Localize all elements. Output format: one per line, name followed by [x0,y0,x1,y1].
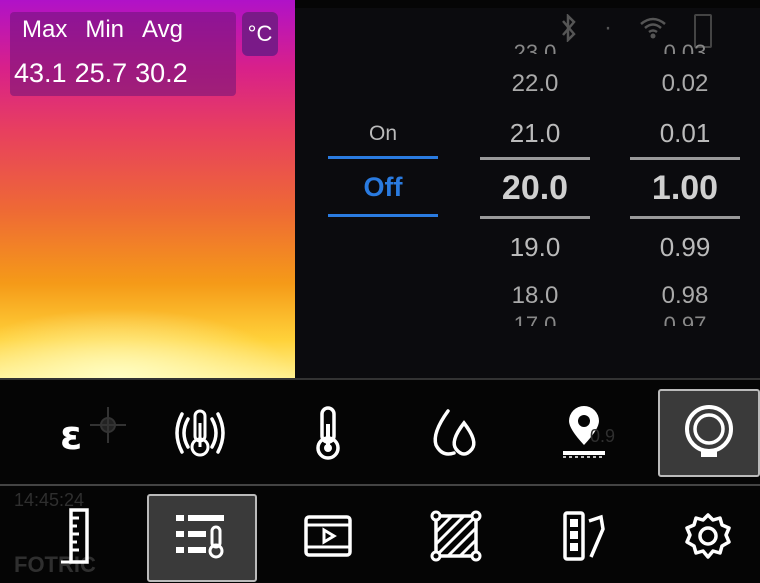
settings-button[interactable] [660,498,756,578]
stats-values: 43.1 25.7 30.2 [14,58,188,89]
temperature-option[interactable]: 22.0 [480,70,590,98]
temperature-unit-button[interactable]: °C [242,12,278,56]
emissivity-option[interactable]: 0.02 [630,70,740,98]
mode-option-on[interactable]: On [328,122,438,146]
reflected-temperature-button[interactable] [150,394,250,476]
emissivity-option[interactable]: 0.98 [630,282,740,310]
video-icon [300,511,356,566]
emissivity-picker[interactable]: 0.03 0.02 0.01 1.00 0.99 0.98 0.97 [630,40,740,340]
temperature-selected[interactable]: 20.0 [480,169,590,208]
stats-labels: Max Min Avg [22,16,183,44]
avg-label: Avg [142,16,183,43]
parameter-toolbar: ε 0.9 [0,378,760,486]
settings-icon [683,511,733,566]
svg-text:ε: ε [60,413,82,459]
emissivity-selected[interactable]: 1.00 [630,169,740,208]
distance-button[interactable] [534,394,634,476]
thermometer-icon [310,404,346,467]
measurement-list-icon [172,511,232,566]
temperature-divider-bottom [480,216,590,219]
temperature-picker[interactable]: 23.0 22.0 21.0 20.0 19.0 18.0 17.0 [480,40,590,340]
temperature-option[interactable]: 19.0 [480,232,590,263]
mode-divider-top [328,156,438,159]
temperature-option[interactable]: 17.0 [480,312,590,326]
mode-picker[interactable]: On Off [328,110,438,230]
temperature-option[interactable]: 21.0 [480,118,590,149]
emissivity-option[interactable]: 0.03 [630,40,740,54]
reflected-temperature-icon [170,405,230,466]
ambient-temperature-button[interactable] [278,394,378,476]
max-value: 43.1 [14,58,67,88]
temperature-option[interactable]: 18.0 [480,282,590,310]
background-overlay-readout: 0.9 [590,426,616,446]
area-button[interactable] [406,498,506,578]
min-label: Min [85,16,125,43]
lens-icon [681,403,737,464]
humidity-icon [428,405,484,466]
emissivity-option[interactable]: 0.99 [630,232,740,263]
mode-divider-bottom [328,214,438,217]
emissivity-icon: ε [50,403,130,468]
video-button[interactable] [278,498,378,578]
signal-icon: · [604,14,612,41]
lens-button[interactable] [658,389,760,477]
ruler-button[interactable] [30,498,120,578]
palette-button[interactable] [534,498,634,578]
area-fill-icon [426,506,486,571]
emissivity-divider-top [630,157,740,160]
humidity-button[interactable] [406,394,506,476]
min-value: 25.7 [74,58,128,88]
max-label: Max [22,16,68,43]
emissivity-button[interactable]: ε [40,394,140,476]
ruler-icon [57,506,93,571]
emissivity-divider-bottom [630,216,740,219]
main-toolbar: 14:45:24 FOTRIC [0,484,760,583]
emissivity-option[interactable]: 0.01 [630,118,740,149]
emissivity-option[interactable]: 0.97 [630,312,740,326]
temperature-divider-top [480,157,590,160]
temperature-option[interactable]: 23.0 [480,40,590,54]
palette-icon [557,507,611,570]
avg-value: 30.2 [135,58,188,88]
mode-option-off[interactable]: Off [328,172,438,203]
measurement-list-button[interactable] [147,494,257,582]
